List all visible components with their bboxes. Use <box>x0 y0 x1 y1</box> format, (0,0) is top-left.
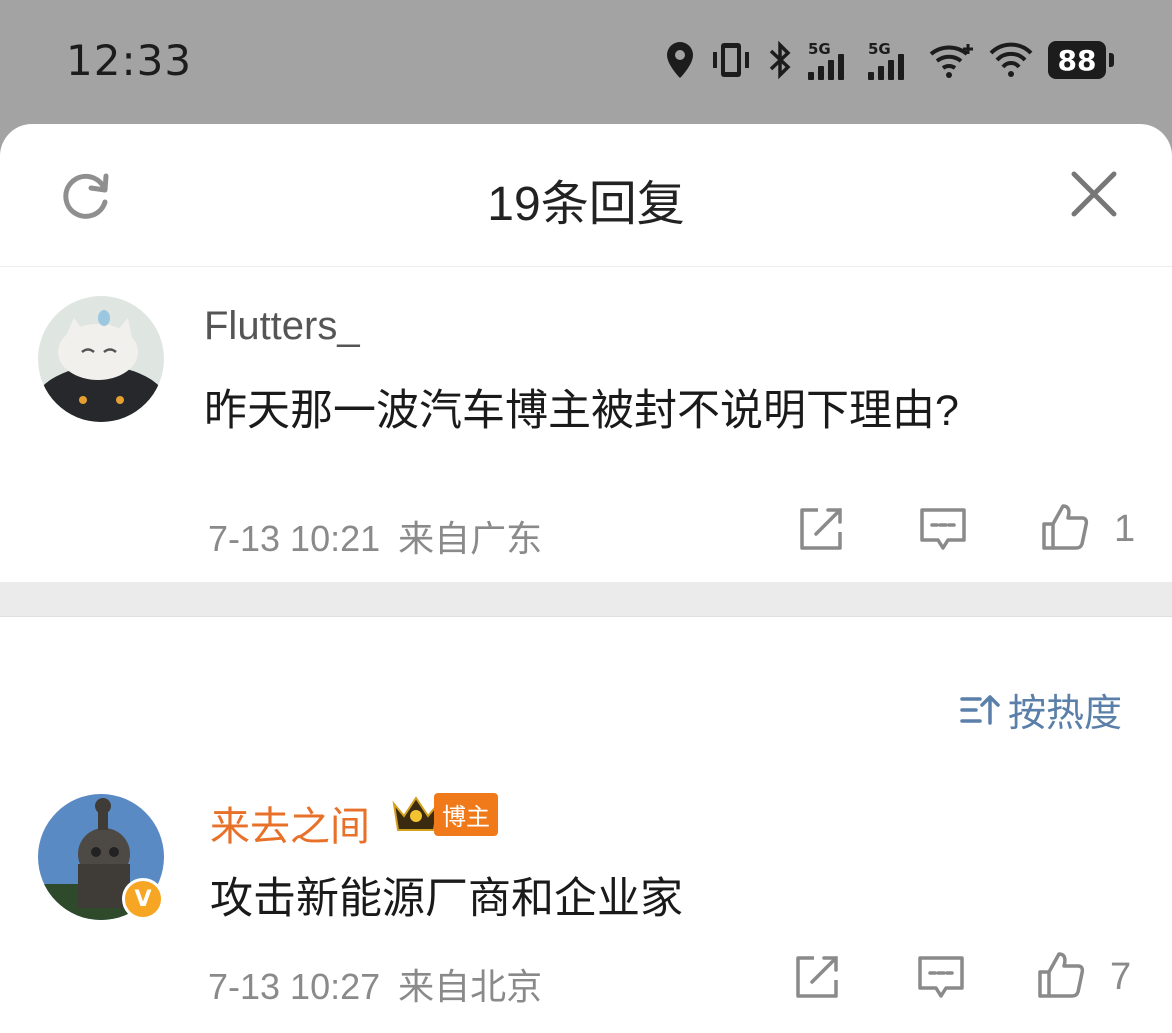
status-icons: 5G 5G 88 <box>664 38 1114 82</box>
reply-button[interactable] <box>918 504 968 554</box>
signal-5g-icon: 5G <box>868 40 914 80</box>
reply-username[interactable]: 来去之间 <box>210 794 370 852</box>
replies-sheet: 19条回复 Flutters_ 昨天那一波汽车博主被封不说明下理由? 7-13 … <box>0 124 1172 1033</box>
vibrate-icon <box>710 40 752 80</box>
comment-icon <box>918 956 964 998</box>
like-button[interactable] <box>1040 502 1090 552</box>
share-icon <box>800 508 842 550</box>
sheet-title: 19条回复 <box>487 178 685 231</box>
share-button[interactable] <box>792 952 842 1002</box>
share-button[interactable] <box>796 504 846 554</box>
share-icon <box>796 956 838 998</box>
thumbs-up-icon <box>1038 952 1085 998</box>
status-time: 12:33 <box>66 36 193 85</box>
location-icon <box>664 40 696 80</box>
thumbs-up-icon <box>1042 504 1089 550</box>
reply-button[interactable] <box>916 952 966 1002</box>
wifi-icon <box>928 40 974 80</box>
comment-text: 昨天那一波汽车博主被封不说明下理由? <box>204 387 959 435</box>
like-count: 7 <box>1110 956 1132 998</box>
comment-username[interactable]: Flutters_ <box>204 304 360 349</box>
sort-label: 按热度 <box>1007 693 1122 735</box>
reply-text: 攻击新能源厂商和企业家 <box>210 875 683 923</box>
section-divider <box>0 582 1172 617</box>
signal-5g-icon: 5G <box>808 40 854 80</box>
reply-location: 来自北京 <box>398 966 543 1007</box>
blogger-tag: 博主 <box>434 792 498 836</box>
close-button[interactable] <box>1068 168 1120 220</box>
comment-icon <box>920 508 966 550</box>
bluetooth-icon <box>766 40 794 80</box>
battery-icon: 88 <box>1048 41 1114 79</box>
reply-meta: 7-13 10:27 来自北京 <box>208 958 542 1010</box>
sort-icon <box>960 694 1000 725</box>
comment-time: 7-13 10:21 <box>208 518 381 559</box>
avatar[interactable] <box>38 296 164 422</box>
close-icon <box>1071 171 1117 217</box>
reply-time: 7-13 10:27 <box>208 966 381 1007</box>
sort-button[interactable]: 按热度 <box>960 682 1122 737</box>
wifi-icon <box>988 40 1034 80</box>
comment-location: 来自广东 <box>398 518 543 559</box>
comment-meta: 7-13 10:21 来自广东 <box>208 510 542 562</box>
sheet-header: 19条回复 <box>0 124 1172 267</box>
status-bar: 12:33 5G 5G 88 <box>0 0 1172 124</box>
verified-badge-icon: V <box>122 878 164 920</box>
blogger-badge: 博主 <box>390 792 498 836</box>
like-button[interactable] <box>1036 950 1086 1000</box>
like-count: 1 <box>1114 508 1136 550</box>
